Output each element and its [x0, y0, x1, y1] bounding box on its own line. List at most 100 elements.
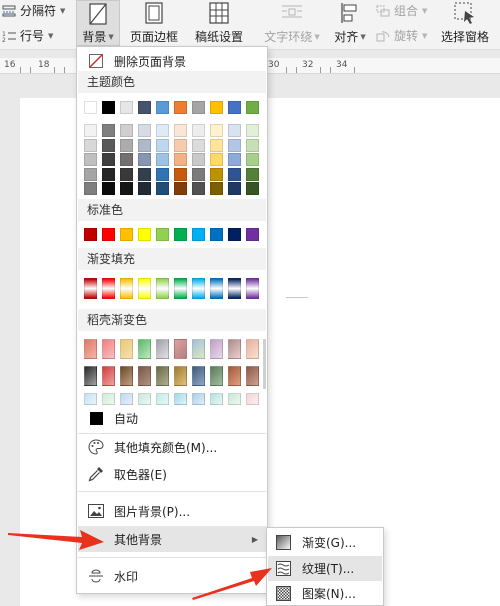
gradient-fill-swatch[interactable]: [192, 278, 205, 299]
theme-shade-swatch[interactable]: [138, 138, 151, 152]
rice-husk-gradient-swatch[interactable]: [156, 366, 169, 386]
auto-color-item[interactable]: 自动: [78, 405, 266, 431]
theme-shade-swatch[interactable]: [120, 182, 133, 195]
theme-shade-swatch[interactable]: [246, 138, 259, 152]
theme-shade-swatch[interactable]: [192, 138, 205, 152]
theme-shade-swatch[interactable]: [228, 153, 241, 166]
theme-shade-swatch[interactable]: [102, 124, 115, 137]
theme-color-swatch[interactable]: [138, 101, 151, 114]
theme-shade-swatch[interactable]: [156, 124, 169, 137]
rice-husk-gradient-swatch[interactable]: [210, 393, 223, 405]
rice-husk-gradient-swatch[interactable]: [138, 339, 151, 359]
theme-shade-swatch[interactable]: [210, 124, 223, 137]
gradient-fill-swatch[interactable]: [246, 278, 259, 299]
theme-shade-swatch[interactable]: [174, 167, 187, 181]
theme-color-swatch[interactable]: [120, 101, 133, 114]
page-border-button[interactable]: 页面边框: [123, 0, 185, 46]
theme-shade-swatch[interactable]: [246, 167, 259, 181]
theme-shade-swatch[interactable]: [84, 153, 97, 166]
rice-husk-gradient-swatch[interactable]: [102, 339, 115, 359]
rice-husk-gradient-swatch[interactable]: [228, 339, 241, 359]
rice-husk-gradient-swatch[interactable]: [138, 366, 151, 386]
rice-husk-gradient-swatch[interactable]: [246, 393, 259, 405]
standard-color-swatch[interactable]: [84, 228, 97, 241]
theme-shade-swatch[interactable]: [156, 182, 169, 195]
theme-color-swatch[interactable]: [246, 101, 259, 114]
theme-shade-swatch[interactable]: [246, 153, 259, 166]
theme-shade-swatch[interactable]: [156, 167, 169, 181]
theme-shade-swatch[interactable]: [102, 167, 115, 181]
selection-pane-button[interactable]: 选择窗格: [438, 0, 492, 46]
theme-shade-swatch[interactable]: [246, 124, 259, 137]
rice-husk-gradient-swatch[interactable]: [84, 366, 97, 386]
theme-shade-swatch[interactable]: [84, 167, 97, 181]
theme-color-swatch[interactable]: [84, 101, 97, 114]
theme-color-swatch[interactable]: [192, 101, 205, 114]
rice-husk-gradient-swatch[interactable]: [210, 339, 223, 359]
paper-setup-button[interactable]: 稿纸设置: [192, 0, 246, 46]
gradient-fill-swatch[interactable]: [156, 278, 169, 299]
standard-color-swatch[interactable]: [192, 228, 205, 241]
theme-shade-swatch[interactable]: [192, 124, 205, 137]
theme-color-swatch[interactable]: [210, 101, 223, 114]
pattern-item[interactable]: 图案(N)...: [268, 581, 382, 606]
theme-shade-swatch[interactable]: [174, 182, 187, 195]
standard-color-swatch[interactable]: [228, 228, 241, 241]
other-background-item[interactable]: 其他背景 ▶: [78, 526, 266, 552]
theme-color-swatch[interactable]: [156, 101, 169, 114]
rice-husk-gradient-swatch[interactable]: [192, 339, 205, 359]
theme-shade-swatch[interactable]: [156, 153, 169, 166]
eyedropper-item[interactable]: 取色器(E): [78, 461, 266, 487]
theme-shade-swatch[interactable]: [120, 124, 133, 137]
rice-husk-gradient-swatch[interactable]: [120, 366, 133, 386]
rice-husk-gradient-swatch[interactable]: [138, 393, 151, 405]
rice-husk-gradient-swatch[interactable]: [174, 339, 187, 359]
rice-husk-gradient-swatch[interactable]: [246, 339, 259, 359]
theme-shade-swatch[interactable]: [102, 153, 115, 166]
theme-shade-swatch[interactable]: [84, 138, 97, 152]
rice-husk-gradient-swatch[interactable]: [174, 393, 187, 405]
rice-husk-gradient-swatch[interactable]: [102, 393, 115, 405]
theme-shade-swatch[interactable]: [120, 167, 133, 181]
theme-shade-swatch[interactable]: [192, 182, 205, 195]
gradient-fill-swatch[interactable]: [120, 278, 133, 299]
swatch-scrollbar[interactable]: [263, 339, 266, 389]
theme-shade-swatch[interactable]: [138, 153, 151, 166]
standard-color-swatch[interactable]: [102, 228, 115, 241]
theme-shade-swatch[interactable]: [174, 153, 187, 166]
theme-shade-swatch[interactable]: [228, 138, 241, 152]
rice-husk-gradient-swatch[interactable]: [246, 366, 259, 386]
rotate-button[interactable]: 旋转 ▼: [376, 27, 427, 44]
theme-color-swatch[interactable]: [228, 101, 241, 114]
theme-shade-swatch[interactable]: [156, 138, 169, 152]
rice-husk-gradient-swatch[interactable]: [192, 366, 205, 386]
rice-husk-gradient-swatch[interactable]: [210, 366, 223, 386]
background-button[interactable]: 背景 ▼: [76, 0, 120, 46]
gradient-fill-swatch[interactable]: [210, 278, 223, 299]
theme-shade-swatch[interactable]: [102, 182, 115, 195]
standard-color-swatch[interactable]: [138, 228, 151, 241]
group-button[interactable]: 组合 ▼: [376, 2, 427, 19]
rice-husk-gradient-swatch[interactable]: [228, 366, 241, 386]
separator-button[interactable]: 分隔符 ▼: [2, 2, 65, 19]
theme-shade-swatch[interactable]: [84, 182, 97, 195]
standard-color-swatch[interactable]: [246, 228, 259, 241]
rice-husk-gradient-swatch[interactable]: [102, 366, 115, 386]
theme-shade-swatch[interactable]: [228, 182, 241, 195]
align-button[interactable]: 对齐 ▼: [330, 0, 370, 46]
rice-husk-gradient-swatch[interactable]: [156, 339, 169, 359]
theme-shade-swatch[interactable]: [192, 167, 205, 181]
standard-color-swatch[interactable]: [120, 228, 133, 241]
theme-shade-swatch[interactable]: [120, 153, 133, 166]
theme-shade-swatch[interactable]: [138, 167, 151, 181]
gradient-fill-swatch[interactable]: [138, 278, 151, 299]
theme-color-swatch[interactable]: [102, 101, 115, 114]
theme-shade-swatch[interactable]: [228, 167, 241, 181]
theme-shade-swatch[interactable]: [210, 138, 223, 152]
standard-color-swatch[interactable]: [210, 228, 223, 241]
standard-color-swatch[interactable]: [174, 228, 187, 241]
gradient-fill-swatch[interactable]: [174, 278, 187, 299]
line-number-button[interactable]: 12 行号 ▼: [2, 27, 53, 44]
more-fill-colors-item[interactable]: 其他填充颜色(M)...: [78, 434, 266, 460]
rice-husk-gradient-swatch[interactable]: [174, 366, 187, 386]
